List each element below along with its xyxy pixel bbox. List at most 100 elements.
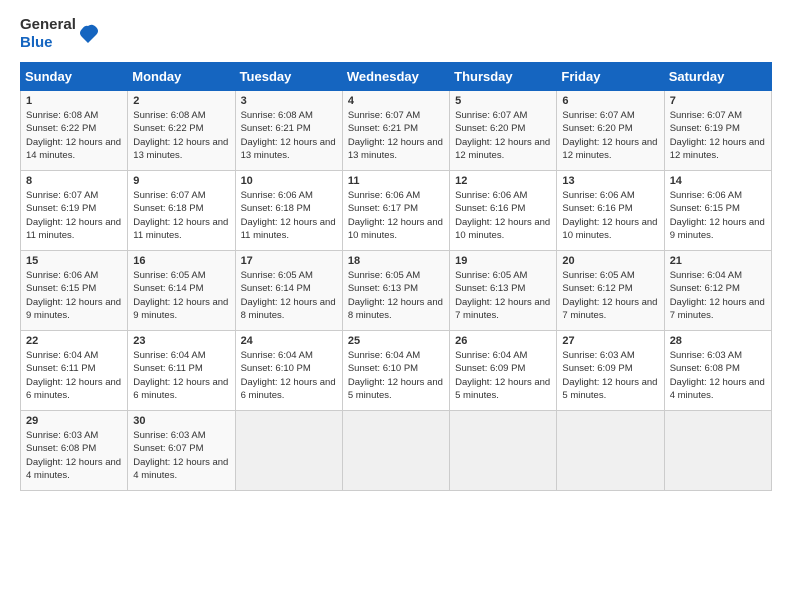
table-row: 1 Sunrise: 6:08 AMSunset: 6:22 PMDaylight…	[21, 91, 128, 171]
table-row: 17Sunrise: 6:05 AMSunset: 6:14 PMDayligh…	[235, 251, 342, 331]
day-info: Sunrise: 6:04 AMSunset: 6:10 PMDaylight:…	[241, 349, 337, 402]
day-info: Sunrise: 6:03 AMSunset: 6:08 PMDaylight:…	[26, 429, 122, 482]
day-number: 19	[455, 255, 551, 267]
day-number: 3	[241, 95, 337, 107]
day-info: Sunrise: 6:04 AMSunset: 6:12 PMDaylight:…	[670, 269, 766, 322]
day-info: Sunrise: 6:05 AMSunset: 6:12 PMDaylight:…	[562, 269, 658, 322]
day-number: 23	[133, 335, 229, 347]
day-number: 15	[26, 255, 122, 267]
calendar-row: 8Sunrise: 6:07 AMSunset: 6:19 PMDaylight…	[21, 171, 772, 251]
table-row: 15Sunrise: 6:06 AMSunset: 6:15 PMDayligh…	[21, 251, 128, 331]
table-row: 11 Sunrise: 6:06 AMSunset: 6:17 PMDayligh…	[342, 171, 449, 251]
day-info: Sunrise: 6:06 AMSunset: 6:16 PMDaylight:…	[562, 189, 658, 242]
day-info: Sunrise: 6:07 AMSunset: 6:20 PMDaylight:…	[455, 109, 551, 162]
day-info: Sunrise: 6:06 AMSunset: 6:15 PMDaylight:…	[670, 189, 766, 242]
day-info: Sunrise: 6:05 AMSunset: 6:14 PMDaylight:…	[133, 269, 229, 322]
header-tuesday: Tuesday	[235, 63, 342, 91]
day-info: Sunrise: 6:07 AMSunset: 6:21 PMDaylight:…	[348, 109, 444, 162]
calendar-row: 22Sunrise: 6:04 AMSunset: 6:11 PMDayligh…	[21, 331, 772, 411]
day-number: 8	[26, 175, 122, 187]
day-number: 11	[348, 175, 444, 187]
header-sunday: Sunday	[21, 63, 128, 91]
day-info: Sunrise: 6:06 AMSunset: 6:18 PMDaylight:…	[241, 189, 337, 242]
table-row: 23 Sunrise: 6:04 AMSunset: 6:11 PMDayligh…	[128, 331, 235, 411]
day-info: Sunrise: 6:05 AMSunset: 6:13 PMDaylight:…	[348, 269, 444, 322]
day-number: 24	[241, 335, 337, 347]
day-info: Sunrise: 6:08 AMSunset: 6:21 PMDaylight:…	[241, 109, 337, 162]
day-info: Sunrise: 6:05 AMSunset: 6:13 PMDaylight:…	[455, 269, 551, 322]
day-info: Sunrise: 6:03 AMSunset: 6:09 PMDaylight:…	[562, 349, 658, 402]
table-row: 28 Sunrise: 6:03 AMSunset: 6:08 PMDayligh…	[664, 331, 771, 411]
day-number: 26	[455, 335, 551, 347]
calendar-row: 29Sunrise: 6:03 AMSunset: 6:08 PMDayligh…	[21, 411, 772, 491]
empty-cell	[235, 411, 342, 491]
logo: General Blue	[20, 16, 100, 52]
table-row: 5 Sunrise: 6:07 AMSunset: 6:20 PMDaylight…	[450, 91, 557, 171]
table-row: 10 Sunrise: 6:06 AMSunset: 6:18 PMDayligh…	[235, 171, 342, 251]
table-row: 4Sunrise: 6:07 AMSunset: 6:21 PMDaylight…	[342, 91, 449, 171]
day-number: 14	[670, 175, 766, 187]
logo-text: General Blue	[20, 16, 76, 52]
day-info: Sunrise: 6:06 AMSunset: 6:16 PMDaylight:…	[455, 189, 551, 242]
header-thursday: Thursday	[450, 63, 557, 91]
day-number: 13	[562, 175, 658, 187]
day-number: 6	[562, 95, 658, 107]
table-row: 19 Sunrise: 6:05 AMSunset: 6:13 PMDayligh…	[450, 251, 557, 331]
calendar-table: Sunday Monday Tuesday Wednesday Thursday…	[20, 62, 772, 491]
table-row: 18 Sunrise: 6:05 AMSunset: 6:13 PMDayligh…	[342, 251, 449, 331]
table-row: 22Sunrise: 6:04 AMSunset: 6:11 PMDayligh…	[21, 331, 128, 411]
day-info: Sunrise: 6:04 AMSunset: 6:11 PMDaylight:…	[133, 349, 229, 402]
day-number: 5	[455, 95, 551, 107]
table-row: 24 Sunrise: 6:04 AMSunset: 6:10 PMDayligh…	[235, 331, 342, 411]
logo-wave-icon	[78, 23, 100, 45]
table-row: 20Sunrise: 6:05 AMSunset: 6:12 PMDayligh…	[557, 251, 664, 331]
table-row: 13 Sunrise: 6:06 AMSunset: 6:16 PMDayligh…	[557, 171, 664, 251]
day-number: 1	[26, 95, 122, 107]
day-info: Sunrise: 6:03 AMSunset: 6:08 PMDaylight:…	[670, 349, 766, 402]
table-row: 9 Sunrise: 6:07 AMSunset: 6:18 PMDaylight…	[128, 171, 235, 251]
header: General Blue	[20, 16, 772, 52]
table-row: 12 Sunrise: 6:06 AMSunset: 6:16 PMDayligh…	[450, 171, 557, 251]
day-info: Sunrise: 6:04 AMSunset: 6:09 PMDaylight:…	[455, 349, 551, 402]
table-row: 27Sunrise: 6:03 AMSunset: 6:09 PMDayligh…	[557, 331, 664, 411]
table-row: 3 Sunrise: 6:08 AMSunset: 6:21 PMDaylight…	[235, 91, 342, 171]
calendar-row: 15Sunrise: 6:06 AMSunset: 6:15 PMDayligh…	[21, 251, 772, 331]
header-saturday: Saturday	[664, 63, 771, 91]
day-number: 10	[241, 175, 337, 187]
day-number: 12	[455, 175, 551, 187]
header-friday: Friday	[557, 63, 664, 91]
day-info: Sunrise: 6:05 AMSunset: 6:14 PMDaylight:…	[241, 269, 337, 322]
calendar-page: General Blue Sunday Monday Tuesday Wedne…	[0, 0, 792, 507]
empty-cell	[342, 411, 449, 491]
day-number: 30	[133, 415, 229, 427]
calendar-body: 1 Sunrise: 6:08 AMSunset: 6:22 PMDaylight…	[21, 91, 772, 491]
day-info: Sunrise: 6:08 AMSunset: 6:22 PMDaylight:…	[133, 109, 229, 162]
table-row: 30Sunrise: 6:03 AMSunset: 6:07 PMDayligh…	[128, 411, 235, 491]
day-info: Sunrise: 6:07 AMSunset: 6:20 PMDaylight:…	[562, 109, 658, 162]
day-number: 21	[670, 255, 766, 267]
table-row: 29Sunrise: 6:03 AMSunset: 6:08 PMDayligh…	[21, 411, 128, 491]
day-number: 28	[670, 335, 766, 347]
table-row: 2Sunrise: 6:08 AMSunset: 6:22 PMDaylight…	[128, 91, 235, 171]
table-row: 26 Sunrise: 6:04 AMSunset: 6:09 PMDayligh…	[450, 331, 557, 411]
day-number: 7	[670, 95, 766, 107]
logo-container: General Blue	[20, 16, 100, 52]
table-row: 25 Sunrise: 6:04 AMSunset: 6:10 PMDayligh…	[342, 331, 449, 411]
day-info: Sunrise: 6:07 AMSunset: 6:18 PMDaylight:…	[133, 189, 229, 242]
day-info: Sunrise: 6:08 AMSunset: 6:22 PMDaylight:…	[26, 109, 122, 162]
table-row: 6 Sunrise: 6:07 AMSunset: 6:20 PMDaylight…	[557, 91, 664, 171]
table-row: 16Sunrise: 6:05 AMSunset: 6:14 PMDayligh…	[128, 251, 235, 331]
day-info: Sunrise: 6:07 AMSunset: 6:19 PMDaylight:…	[670, 109, 766, 162]
table-row: 14 Sunrise: 6:06 AMSunset: 6:15 PMDayligh…	[664, 171, 771, 251]
table-row: 21 Sunrise: 6:04 AMSunset: 6:12 PMDayligh…	[664, 251, 771, 331]
day-number: 9	[133, 175, 229, 187]
table-row: 8Sunrise: 6:07 AMSunset: 6:19 PMDaylight…	[21, 171, 128, 251]
header-wednesday: Wednesday	[342, 63, 449, 91]
day-info: Sunrise: 6:04 AMSunset: 6:10 PMDaylight:…	[348, 349, 444, 402]
calendar-row: 1 Sunrise: 6:08 AMSunset: 6:22 PMDaylight…	[21, 91, 772, 171]
day-info: Sunrise: 6:04 AMSunset: 6:11 PMDaylight:…	[26, 349, 122, 402]
empty-cell	[450, 411, 557, 491]
day-number: 18	[348, 255, 444, 267]
day-info: Sunrise: 6:06 AMSunset: 6:17 PMDaylight:…	[348, 189, 444, 242]
day-number: 25	[348, 335, 444, 347]
